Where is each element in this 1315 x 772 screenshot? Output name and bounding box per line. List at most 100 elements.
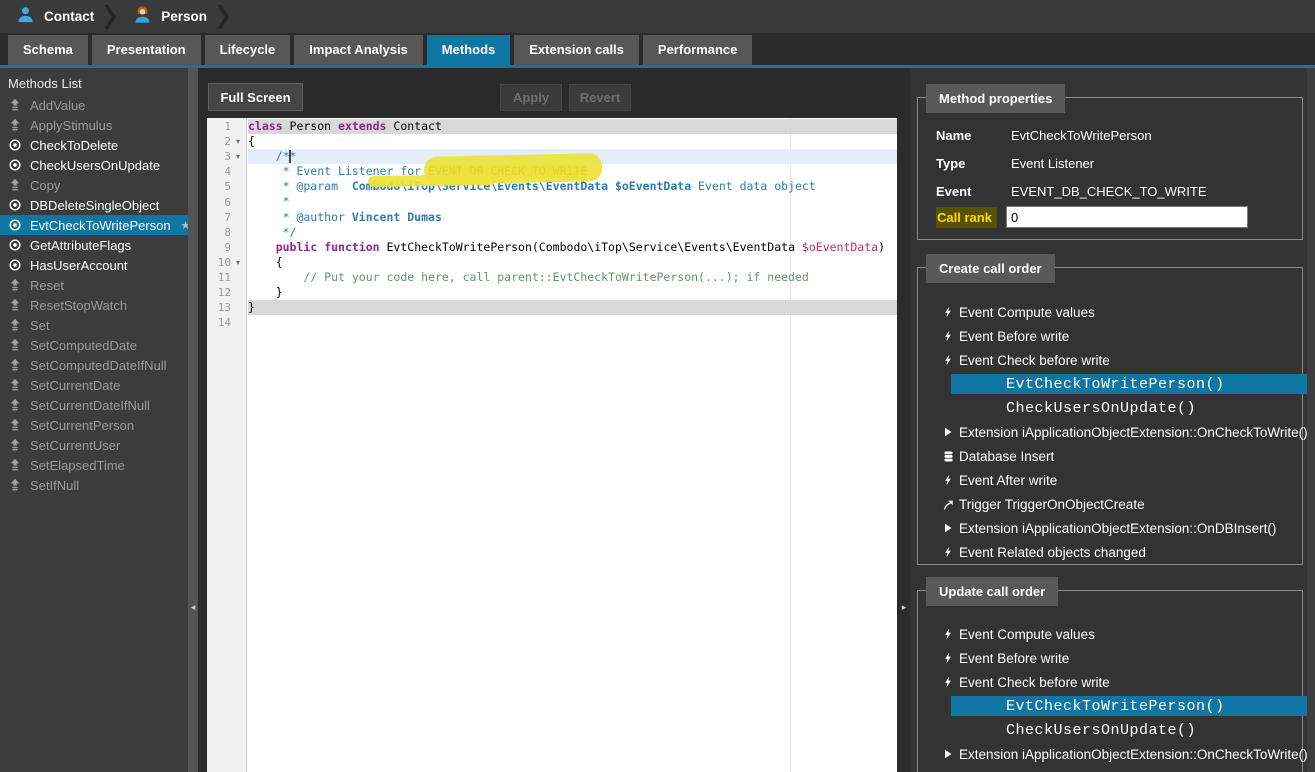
gutter-row: 14: [207, 315, 246, 330]
sidebar-item-hasuseraccount[interactable]: HasUserAccount: [0, 255, 188, 275]
inherited-arrow-icon: [8, 318, 22, 332]
sidebar-item-copy[interactable]: Copy: [0, 175, 188, 195]
fold-arrow-icon[interactable]: ▾: [231, 137, 245, 146]
lightning-icon: [942, 305, 958, 319]
method-circle-icon: [8, 198, 22, 212]
editor-gutter: 1 2 ▾ 3 ▾ 4 5 6 7 8 9 10 ▾ 11 12: [207, 118, 247, 772]
star-icon: ★: [181, 219, 188, 232]
sidebar-item-dbdeletesingleobject[interactable]: DBDeleteSingleObject: [0, 195, 188, 215]
breadcrumb-item-contact[interactable]: Contact: [0, 0, 104, 33]
tab-extension-calls[interactable]: Extension calls: [514, 35, 639, 65]
step-label: Event After write: [959, 473, 1057, 488]
property-label: Name: [936, 128, 1011, 143]
method-name: SetCurrentPerson: [30, 418, 134, 433]
call-order-method-evtchecktowriteperson[interactable]: EvtCheckToWritePerson(): [951, 374, 1307, 394]
sidebar-item-setcurrentuser[interactable]: SetCurrentUser: [0, 435, 188, 455]
line-number: 11: [207, 271, 231, 284]
call-order-step: [918, 766, 1302, 772]
section-legend: Update call order: [926, 577, 1058, 606]
inherited-arrow-icon: [8, 358, 22, 372]
method-name: DBDeleteSingleObject: [30, 198, 159, 213]
method-circle-icon: [8, 218, 22, 232]
breadcrumb-item-person[interactable]: Person: [117, 0, 217, 33]
sidebar-item-getattributeflags[interactable]: GetAttributeFlags: [0, 235, 188, 255]
step-label: Event Compute values: [959, 305, 1095, 320]
tab-performance[interactable]: Performance: [643, 35, 752, 65]
highlight-marker: [368, 174, 496, 187]
inherited-arrow-icon: [8, 118, 22, 132]
code-line-9: public function EvtCheckToWritePerson(Co…: [248, 240, 897, 255]
revert-button[interactable]: Revert: [569, 84, 631, 111]
editor-code-area[interactable]: class Person extends Contact{ /** * Even…: [248, 118, 897, 772]
method-name: SetComputedDateIfNull: [30, 358, 167, 373]
sidebar-item-setifnull[interactable]: SetIfNull: [0, 475, 188, 495]
code-line-1: class Person extends Contact: [248, 119, 897, 134]
sidebar-scrollbar[interactable]: [188, 68, 198, 772]
code-line-11: // Put your code here, call parent::EvtC…: [248, 270, 897, 285]
tab-schema[interactable]: Schema: [8, 35, 88, 65]
sidebar-item-setcurrentdate[interactable]: SetCurrentDate: [0, 375, 188, 395]
sidebar-item-applystimulus[interactable]: ApplyStimulus: [0, 115, 188, 135]
call-order-step-trigger-triggeronobjectcreate: Trigger TriggerOnObjectCreate: [918, 492, 1302, 516]
lightning-icon: [942, 545, 958, 559]
method-name: SetCurrentDate: [30, 378, 120, 393]
play-icon: [942, 426, 958, 438]
breadcrumb: Contact Person: [0, 0, 1315, 33]
call-order-step-event-check-before-write: Event Check before write: [918, 670, 1302, 694]
sidebar-item-checktodelete[interactable]: CheckToDelete: [0, 135, 188, 155]
gutter-row: 9: [207, 240, 246, 255]
panel-collapse-icon[interactable]: ▸: [897, 598, 911, 616]
property-value: Event Listener: [1011, 156, 1094, 171]
line-number: 5: [207, 180, 231, 193]
step-label: Event Before write: [959, 329, 1069, 344]
tab-presentation[interactable]: Presentation: [92, 35, 201, 65]
sidebar-item-checkusersonupdate[interactable]: CheckUsersOnUpdate: [0, 155, 188, 175]
apply-button[interactable]: Apply: [500, 84, 562, 111]
step-label: Database Insert: [959, 449, 1054, 464]
section-legend: Method properties: [926, 84, 1065, 113]
sidebar-item-setcurrentperson[interactable]: SetCurrentPerson: [0, 415, 188, 435]
lightning-icon: [942, 353, 958, 367]
method-name: Set: [30, 318, 50, 333]
editor-region: Full Screen Apply Revert 1 2 ▾ 3 ▾ 4 5 6…: [198, 68, 910, 772]
call-order-step-extension-iapplicationobjectextension-onchecktowrite: Extension iApplicationObjectExtension::O…: [918, 742, 1302, 766]
call-order-step-event-before-write: Event Before write: [918, 646, 1302, 670]
sidebar-item-resetstopwatch[interactable]: ResetStopWatch: [0, 295, 188, 315]
call-order-method-checkusersonupdate[interactable]: CheckUsersOnUpdate(): [951, 398, 1307, 418]
call-order-method-checkusersonupdate[interactable]: CheckUsersOnUpdate(): [951, 720, 1307, 740]
chevron-right-icon: [217, 0, 230, 33]
method-call-label: EvtCheckToWritePerson(): [1006, 376, 1225, 393]
method-details-panel: Method properties Name EvtCheckToWritePe…: [910, 68, 1307, 772]
play-icon: [942, 748, 958, 760]
sidebar-item-reset[interactable]: Reset: [0, 275, 188, 295]
tab-methods[interactable]: Methods: [427, 35, 510, 65]
fold-arrow-icon[interactable]: ▾: [231, 152, 245, 161]
call-order-step-database-insert: Database Insert: [918, 444, 1302, 468]
line-number: 10: [207, 256, 231, 269]
code-editor[interactable]: 1 2 ▾ 3 ▾ 4 5 6 7 8 9 10 ▾ 11 12: [207, 118, 897, 772]
method-circle-icon: [8, 238, 22, 252]
tab-lifecycle[interactable]: Lifecycle: [205, 35, 291, 65]
code-line-8: */: [248, 225, 897, 240]
sidebar-item-setcomputeddateifnull[interactable]: SetComputedDateIfNull: [0, 355, 188, 375]
call-rank-input[interactable]: [1006, 206, 1248, 228]
sidebar-item-addvalue[interactable]: AddValue: [0, 95, 188, 115]
property-row-type: Type Event Listener: [936, 153, 1094, 173]
line-number: 7: [207, 211, 231, 224]
sidebar-collapse-icon[interactable]: ◂: [186, 598, 200, 616]
call-order-step-event-after-write: Event After write: [918, 468, 1302, 492]
fold-arrow-icon[interactable]: ▾: [231, 258, 245, 267]
sidebar-item-setcurrentdateifnull[interactable]: SetCurrentDateIfNull: [0, 395, 188, 415]
call-order-step-extension-iapplicationobjectextension-onchecktowrite: Extension iApplicationObjectExtension::O…: [918, 420, 1302, 444]
full-screen-button[interactable]: Full Screen: [208, 83, 303, 111]
code-line-13: }: [248, 300, 897, 315]
sidebar-item-setelapsedtime[interactable]: SetElapsedTime: [0, 455, 188, 475]
lightning-icon: [942, 329, 958, 343]
call-order-method-evtchecktowriteperson[interactable]: EvtCheckToWritePerson(): [951, 696, 1307, 716]
text-cursor: [289, 150, 291, 163]
page-scrollbar[interactable]: [1307, 68, 1315, 772]
sidebar-item-set[interactable]: Set: [0, 315, 188, 335]
sidebar-item-setcomputeddate[interactable]: SetComputedDate: [0, 335, 188, 355]
tab-impact-analysis[interactable]: Impact Analysis: [294, 35, 423, 65]
sidebar-item-evtchecktowriteperson[interactable]: EvtCheckToWritePerson ★: [0, 215, 188, 235]
